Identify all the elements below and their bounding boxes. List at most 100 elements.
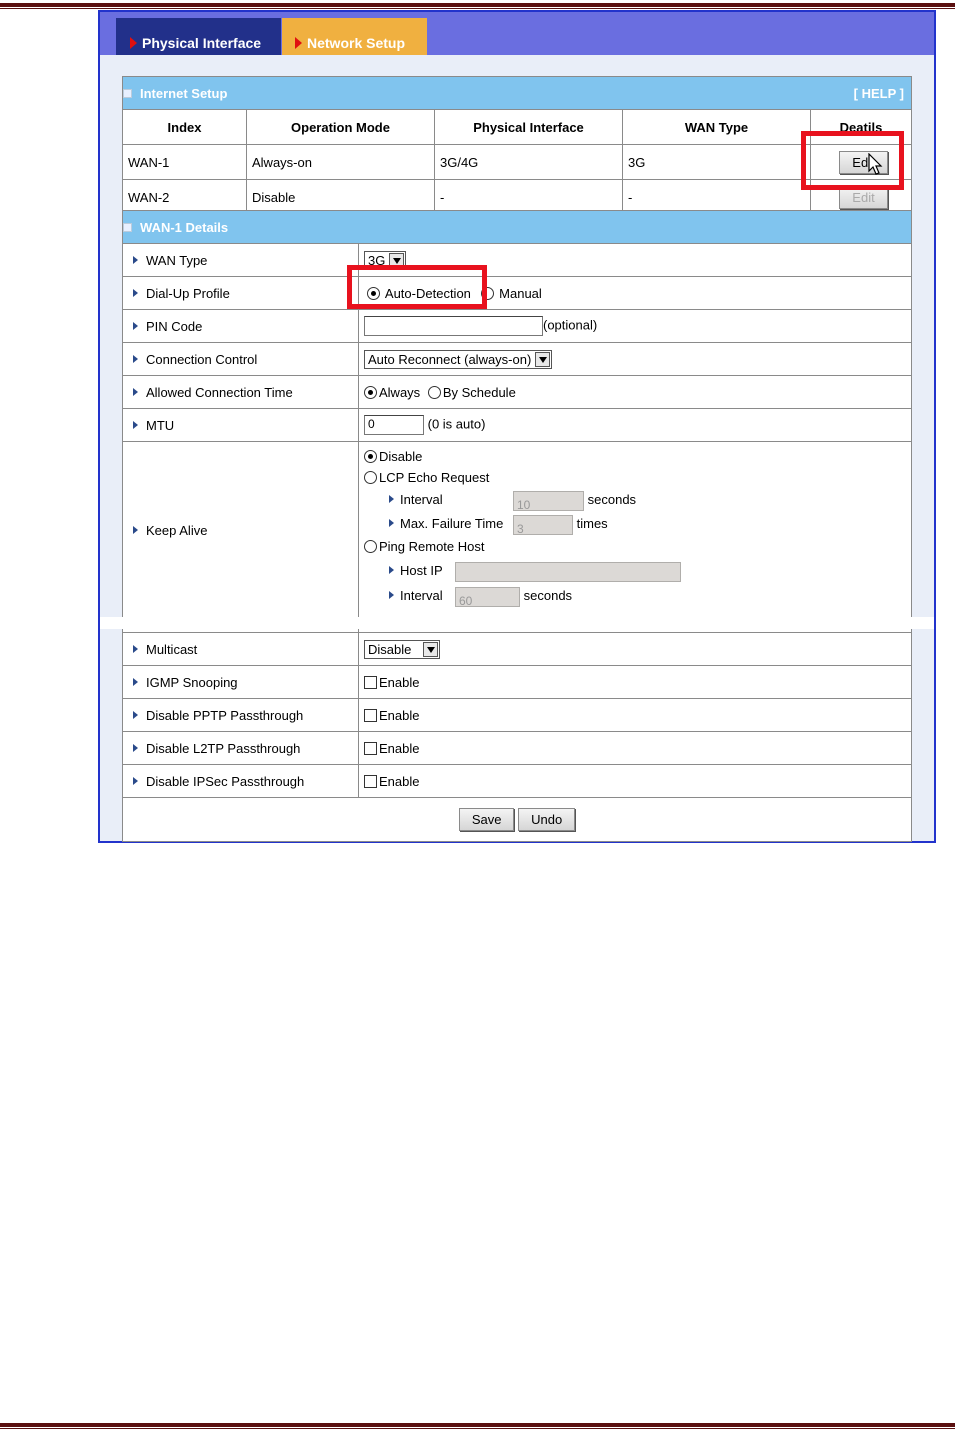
- option-label: Enable: [379, 773, 420, 789]
- ping-interval-input[interactable]: 60: [455, 586, 520, 608]
- pin-code-input[interactable]: [364, 316, 543, 336]
- chevron-down-icon: [389, 252, 405, 268]
- bullet-arrow-icon: [389, 591, 394, 599]
- edit-wan2-button[interactable]: Edit: [839, 185, 888, 209]
- field-label: Interval: [400, 588, 443, 603]
- column-header: Deatils: [810, 109, 912, 145]
- row-l2tp-passthrough: Disable L2TP Passthrough Enable: [122, 731, 912, 765]
- l2tp-enable-checkbox[interactable]: [364, 741, 377, 755]
- tab-arrow-icon: [295, 37, 302, 49]
- row-multicast: Multicast Disable: [122, 632, 912, 666]
- row-igmp-snooping: IGMP Snooping Enable: [122, 665, 912, 699]
- column-header: Operation Mode: [246, 109, 435, 145]
- screenshot-cut-gap: [100, 617, 934, 629]
- column-header: WAN Type: [622, 109, 811, 145]
- section-bullet-icon: [123, 88, 132, 98]
- option-label: Disable: [379, 449, 423, 464]
- column-header: Physical Interface: [434, 109, 623, 145]
- chevron-down-icon: [535, 351, 551, 367]
- undo-button[interactable]: Undo: [518, 808, 576, 831]
- internet-setup-table: Internet Setup [ HELP ] Index Operation M…: [122, 76, 912, 215]
- wan-type-select[interactable]: 3G: [364, 250, 407, 270]
- field-label: Dial-Up Profile: [146, 285, 230, 301]
- tab-bar: Physical Interface Network Setup: [100, 12, 934, 55]
- bullet-arrow-icon: [133, 644, 138, 653]
- option-label: Ping Remote Host: [379, 539, 485, 554]
- page-top-rule: [0, 3, 955, 7]
- mtu-input[interactable]: 0: [364, 415, 424, 435]
- bullet-arrow-icon: [389, 519, 394, 527]
- radio-always[interactable]: [364, 385, 377, 399]
- save-button[interactable]: Save: [458, 808, 515, 831]
- radio-lcp-echo[interactable]: [364, 471, 377, 484]
- ipsec-enable-checkbox[interactable]: [364, 774, 377, 788]
- option-label: Auto-Detection: [384, 285, 471, 301]
- radio-keepalive-disable[interactable]: [364, 450, 377, 463]
- section-header-wan1-details: WAN-1 Details: [122, 210, 912, 244]
- option-label: Enable: [379, 740, 420, 756]
- row-wan-type: WAN Type 3G: [122, 243, 912, 277]
- radio-auto-detection[interactable]: [367, 286, 380, 300]
- row-keep-alive: Keep Alive Disable LCP Echo Request Inte…: [122, 441, 912, 620]
- unit-label: seconds: [587, 492, 637, 507]
- bullet-arrow-icon: [133, 677, 138, 686]
- row-connection-control: Connection Control Auto Reconnect (alway…: [122, 342, 912, 376]
- pptp-enable-checkbox[interactable]: [364, 708, 377, 722]
- router-ui-frame: Physical Interface Network Setup Interne…: [98, 10, 936, 843]
- row-allowed-connection-time: Allowed Connection Time Always By Schedu…: [122, 375, 912, 409]
- tab-network-setup[interactable]: Network Setup: [282, 18, 427, 55]
- mouse-cursor-icon: [868, 153, 883, 175]
- field-label: Connection Control: [146, 351, 258, 367]
- row-pptp-passthrough: Disable PPTP Passthrough Enable: [122, 698, 912, 732]
- tab-physical-interface[interactable]: Physical Interface: [116, 18, 281, 55]
- multicast-select[interactable]: Disable: [364, 639, 441, 659]
- bullet-arrow-icon: [389, 566, 394, 574]
- page-bottom-rule-thin: [0, 1428, 955, 1429]
- lcp-interval-input[interactable]: 10: [513, 490, 584, 512]
- column-header: Index: [122, 109, 247, 145]
- field-label: PIN Code: [146, 318, 203, 334]
- field-label: IGMP Snooping: [146, 674, 238, 690]
- bullet-arrow-icon: [133, 354, 138, 363]
- field-label: Host IP: [400, 563, 443, 578]
- chevron-down-icon: [423, 641, 439, 657]
- field-label: Disable L2TP Passthrough: [146, 740, 301, 756]
- cell-index: WAN-1: [122, 144, 247, 180]
- option-label: By Schedule: [442, 384, 516, 400]
- help-link[interactable]: [ HELP ]: [854, 86, 904, 101]
- option-label: Always: [379, 384, 421, 400]
- radio-ping-remote-host[interactable]: [364, 540, 377, 553]
- option-label: Enable: [379, 674, 420, 690]
- option-label: LCP Echo Request: [379, 470, 490, 485]
- field-label: Multicast: [146, 641, 198, 657]
- unit-label: seconds: [523, 588, 573, 603]
- bullet-arrow-icon: [133, 255, 138, 264]
- radio-by-schedule[interactable]: [427, 385, 441, 399]
- page-bottom-rule: [0, 1423, 955, 1427]
- field-label: WAN Type: [146, 252, 208, 268]
- radio-manual[interactable]: [480, 286, 494, 300]
- table-row: WAN-1 Always-on 3G/4G 3G Edit: [122, 144, 912, 180]
- bullet-arrow-icon: [133, 743, 138, 752]
- option-label: Manual: [499, 285, 542, 301]
- field-hint: (0 is auto): [427, 416, 486, 432]
- cell-details: Edit: [810, 144, 912, 180]
- field-label: Interval: [400, 492, 443, 507]
- bullet-arrow-icon: [133, 710, 138, 719]
- field-label: MTU: [146, 417, 175, 433]
- cell-mode: Always-on: [246, 144, 435, 180]
- field-label: Allowed Connection Time: [146, 384, 293, 400]
- field-label: Disable PPTP Passthrough: [146, 707, 304, 723]
- option-label: Enable: [379, 707, 420, 723]
- section-title: WAN-1 Details: [140, 219, 229, 235]
- igmp-enable-checkbox[interactable]: [364, 675, 377, 689]
- section-header-internet-setup: Internet Setup [ HELP ]: [122, 76, 912, 110]
- lcp-failure-input[interactable]: 3: [513, 514, 573, 536]
- field-hint: (optional): [543, 317, 598, 333]
- row-dialup-profile: Dial-Up Profile Auto-Detection Manual: [122, 276, 912, 310]
- row-ipsec-passthrough: Disable IPSec Passthrough Enable: [122, 764, 912, 798]
- cell-physical: 3G/4G: [434, 144, 623, 180]
- host-ip-input[interactable]: [455, 561, 681, 582]
- connection-control-select[interactable]: Auto Reconnect (always-on): [364, 349, 553, 369]
- row-mtu: MTU 0 (0 is auto): [122, 408, 912, 442]
